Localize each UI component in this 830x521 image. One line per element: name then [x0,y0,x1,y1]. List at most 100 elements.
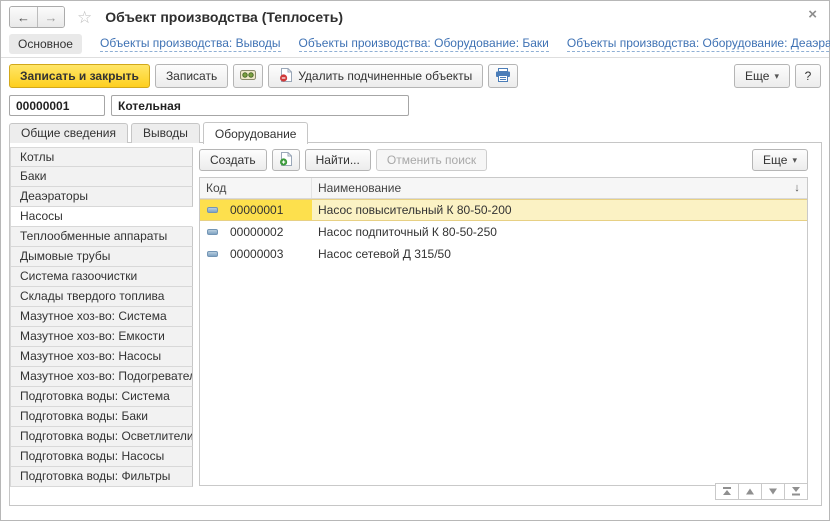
create-label: Создать [210,153,256,167]
delete-icon [279,68,293,85]
help-button[interactable]: ? [795,64,821,88]
sidebar-item-dymovye-truby[interactable]: Дымовые трубы [10,247,193,267]
print-icon [495,68,511,85]
sort-descending-icon[interactable]: ↓ [787,182,807,194]
sidebar-item-mazut-emkosti[interactable]: Мазутное хоз-во: Емкости [10,327,193,347]
page-tabs: Общие сведения Выводы Оборудование [9,121,311,143]
list-more-label: Еще [763,153,787,167]
save-label: Записать [166,69,217,83]
sidebar-item-voda-baki[interactable]: Подготовка воды: Баки [10,407,193,427]
form-more-label: Еще [745,69,769,83]
delete-subordinate-objects-button[interactable]: Удалить подчиненные объекты [268,64,483,88]
favorite-star-icon[interactable]: ☆ [77,9,92,26]
back-arrow-icon: ← [17,10,30,25]
cell-name[interactable]: Насос подпиточный К 80-50-250 [312,222,807,242]
scroll-to-bottom-icon [791,487,801,496]
equipment-list-area: Создать Найти... [193,143,821,505]
row-code-text: 00000003 [230,247,283,261]
scroll-to-top-button[interactable] [715,483,739,500]
header-divider [1,57,829,58]
sidebar-item-deaeratory[interactable]: Деаэраторы [10,187,193,207]
code-field[interactable] [9,95,105,116]
form-more-button[interactable]: Еще ▾ [734,64,790,88]
command-bar-right: Еще ▾ ? [734,64,821,88]
sidebar-item-mazut-nasosy[interactable]: Мазутное хоз-во: Насосы [10,347,193,367]
scroll-up-icon [745,487,755,496]
tab-outputs[interactable]: Выводы [131,123,200,143]
delete-subordinate-objects-label: Удалить подчиненные объекты [298,69,472,83]
cell-code[interactable]: 00000002 [200,222,312,242]
linkbar-link-deaeratory[interactable]: Объекты производства: Оборудование: Деаэ… [567,36,830,52]
column-header-code[interactable]: Код [200,178,312,198]
row-code-text: 00000001 [230,203,283,217]
sidebar-item-baki[interactable]: Баки [10,167,193,187]
cancel-search-button[interactable]: Отменить поиск [376,149,487,171]
create-by-copy-button[interactable] [272,149,300,171]
forward-button[interactable]: → [37,7,64,27]
equipment-category-sidebar: Котлы Баки Деаэраторы Насосы Теплообменн… [10,143,193,505]
history-nav-group: ← → [9,6,65,28]
catalog-item-icon [207,251,218,257]
table-row[interactable]: 00000003 Насос сетевой Д 315/50 [200,243,807,265]
sidebar-item-voda-nasosy[interactable]: Подготовка воды: Насосы [10,447,193,467]
cell-name[interactable]: Насос повысительный К 80-50-200 [312,200,807,220]
navigation-linkbar: Основное Объекты производства: Выводы Об… [9,33,830,54]
help-icon: ? [805,69,812,83]
column-header-name[interactable]: Наименование [312,178,787,198]
sidebar-item-mazut-podogrevateli[interactable]: Мазутное хоз-во: Подогреватели [10,367,193,387]
linkbar-link-baki[interactable]: Объекты производства: Оборудование: Баки [299,36,549,52]
find-label: Найти... [316,153,360,167]
scroll-to-bottom-button[interactable] [784,483,808,500]
find-button[interactable]: Найти... [305,149,371,171]
form-header: ← → ☆ Объект производства (Теплосеть) [9,6,343,28]
row-code-text: 00000002 [230,225,283,239]
close-icon[interactable]: × [808,7,817,22]
table-row[interactable]: 00000001 Насос повысительный К 80-50-200 [200,199,807,221]
list-scroll-buttons [715,483,808,500]
save-and-close-label: Записать и закрыть [20,69,139,83]
subordination-structure-button[interactable] [233,64,263,88]
save-and-close-button[interactable]: Записать и закрыть [9,64,150,88]
cell-name[interactable]: Насос сетевой Д 315/50 [312,244,807,264]
cell-code[interactable]: 00000003 [200,244,312,264]
print-button[interactable] [488,64,518,88]
row-name-text: Насос повысительный К 80-50-200 [318,203,512,217]
catalog-item-icon [207,229,218,235]
tab-equipment[interactable]: Оборудование [203,122,309,144]
scroll-to-top-icon [722,487,732,496]
row-name-text: Насос подпиточный К 80-50-250 [318,225,497,239]
linkbar-link-vyvody[interactable]: Объекты производства: Выводы [100,36,281,52]
equipment-pane: Котлы Баки Деаэраторы Насосы Теплообменн… [9,142,822,506]
sidebar-item-mazut-sistema[interactable]: Мазутное хоз-во: Система [10,307,193,327]
scroll-down-button[interactable] [761,483,785,500]
name-field[interactable] [111,95,409,116]
tab-general-info[interactable]: Общие сведения [9,123,128,143]
scroll-up-button[interactable] [738,483,762,500]
row-name-text: Насос сетевой Д 315/50 [318,247,451,261]
save-button[interactable]: Записать [155,64,228,88]
chevron-down-icon: ▾ [792,155,797,166]
sidebar-item-voda-filtry[interactable]: Подготовка воды: Фильтры [10,467,193,487]
sidebar-item-voda-sistema[interactable]: Подготовка воды: Система [10,387,193,407]
sidebar-item-gazoochistka[interactable]: Система газоочистки [10,267,193,287]
forward-arrow-icon: → [45,10,58,25]
chevron-down-icon: ▾ [774,71,779,82]
create-button[interactable]: Создать [199,149,267,171]
linkbar-main[interactable]: Основное [9,34,82,54]
sidebar-item-teploobmennye[interactable]: Теплообменные аппараты [10,227,193,247]
table-row[interactable]: 00000002 Насос подпиточный К 80-50-250 [200,221,807,243]
header-fields [9,95,409,116]
sidebar-item-kotly[interactable]: Котлы [10,147,193,167]
back-button[interactable]: ← [10,7,37,27]
cancel-search-label: Отменить поиск [387,153,476,167]
form-window: ← → ☆ Объект производства (Теплосеть) × … [0,0,830,521]
cell-code[interactable]: 00000001 [200,200,312,220]
sidebar-item-voda-osvetliteli[interactable]: Подготовка воды: Осветлители [10,427,193,447]
sidebar-item-sklady-topliva[interactable]: Склады твердого топлива [10,287,193,307]
scroll-down-icon [768,487,778,496]
page-title: Объект производства (Теплосеть) [105,9,343,25]
create-by-copy-icon [279,152,293,169]
list-toolbar: Создать Найти... [199,149,808,171]
sidebar-item-nasosy[interactable]: Насосы [10,207,193,227]
list-more-button[interactable]: Еще ▾ [752,149,808,171]
